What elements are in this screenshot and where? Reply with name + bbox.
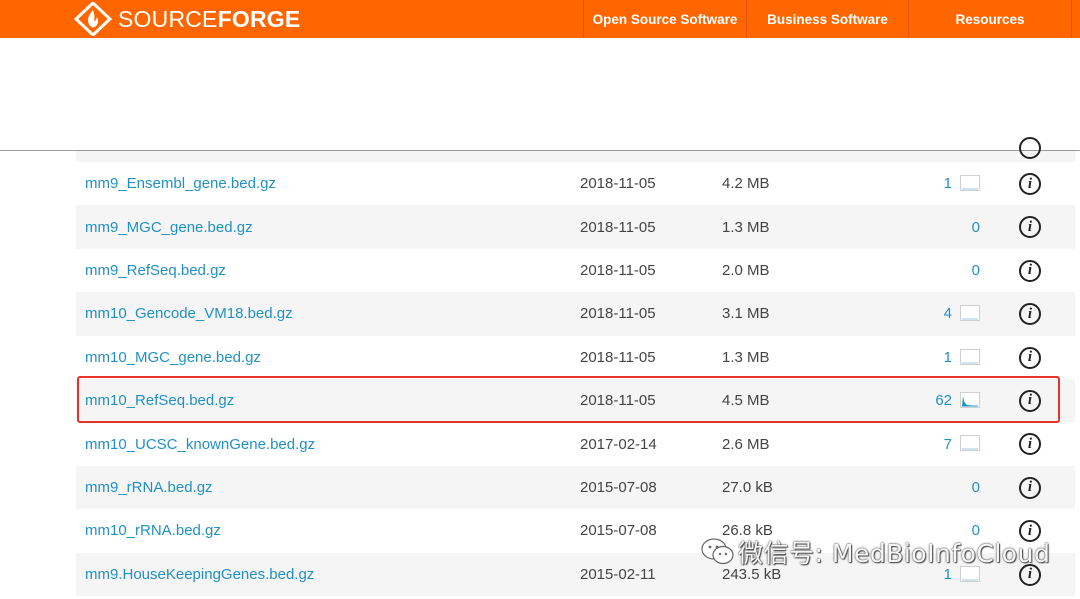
info-icon[interactable]: i bbox=[1019, 259, 1041, 282]
download-sparkline[interactable] bbox=[960, 175, 980, 191]
table-row: mm10_MGC_gene.bed.gz 2018-11-05 1.3 MB 1 i bbox=[76, 336, 1075, 379]
nav-open-source-software[interactable]: Open Source Software bbox=[583, 0, 746, 38]
nav-business-software[interactable]: Business Software bbox=[746, 0, 908, 38]
download-count[interactable]: 62 bbox=[935, 379, 952, 422]
download-count[interactable]: 1 bbox=[944, 336, 952, 379]
info-icon[interactable]: i bbox=[1019, 346, 1041, 369]
logo-wordmark-forge: FORGE bbox=[217, 5, 301, 32]
file-link[interactable]: mm9_Ensembl_gene.bed.gz bbox=[85, 162, 276, 205]
download-count[interactable]: 0 bbox=[972, 466, 980, 509]
table-row: mm9_Ensembl_gene.bed.gz 2018-11-05 4.2 MB 1… bbox=[76, 162, 1075, 205]
info-icon[interactable]: i bbox=[1019, 389, 1041, 412]
file-date: 2018-11-05 bbox=[580, 392, 656, 410]
sourceforge-diamond-icon bbox=[74, 2, 112, 36]
wechat-watermark: 微信号: MedBioInfoCloud bbox=[700, 532, 1050, 572]
download-count[interactable]: 1 bbox=[944, 162, 952, 205]
file-date: 2018-11-05 bbox=[580, 218, 656, 236]
file-list-table: mm9_Ensembl_gene.bed.gz 2018-11-05 4.2 MB 1… bbox=[76, 137, 1075, 596]
file-size: 4.2 MB bbox=[722, 175, 770, 193]
download-count[interactable]: 0 bbox=[972, 249, 980, 292]
file-size: 2.6 MB bbox=[722, 435, 770, 453]
download-sparkline[interactable] bbox=[960, 435, 980, 452]
file-date: 2017-02-14 bbox=[580, 435, 657, 453]
info-icon[interactable] bbox=[1019, 137, 1041, 159]
file-date: 2018-11-05 bbox=[580, 175, 656, 193]
file-size: 3.1 MB bbox=[722, 305, 770, 323]
file-link[interactable]: mm9_RefSeq.bed.gz bbox=[85, 249, 226, 292]
info-icon[interactable]: i bbox=[1019, 433, 1041, 456]
file-link[interactable]: mm9_rRNA.bed.gz bbox=[85, 466, 213, 509]
table-row: mm9_rRNA.bed.gz 2015-07-08 27.0 kB 0 i bbox=[76, 465, 1075, 510]
table-row: mm9_RefSeq.bed.gz 2018-11-05 2.0 MB 0 i bbox=[76, 249, 1075, 292]
file-date: 2018-11-05 bbox=[580, 348, 656, 366]
file-date: 2018-11-05 bbox=[580, 261, 656, 279]
table-row-partial bbox=[76, 137, 1075, 162]
file-link[interactable]: mm10_UCSC_knownGene.bed.gz bbox=[85, 422, 315, 465]
nav-divider bbox=[1071, 0, 1080, 38]
file-link[interactable]: mm10_Gencode_VM18.bed.gz bbox=[85, 292, 293, 335]
file-link[interactable]: mm9_MGC_gene.bed.gz bbox=[85, 205, 253, 248]
file-size: 4.5 MB bbox=[722, 392, 770, 410]
download-count[interactable]: 4 bbox=[944, 292, 952, 335]
table-row: mm10_UCSC_knownGene.bed.gz 2017-02-14 2.6 … bbox=[76, 422, 1075, 465]
top-navigation-bar: SOURCEFORGE Open Source Software Busines… bbox=[0, 0, 1080, 38]
logo-wordmark: SOURCEFORGE bbox=[118, 6, 300, 33]
file-size: 27.0 kB bbox=[722, 478, 773, 496]
download-count[interactable]: 0 bbox=[972, 205, 980, 248]
wechat-icon bbox=[701, 538, 734, 565]
file-link[interactable]: mm10_rRNA.bed.gz bbox=[85, 509, 221, 552]
file-date: 2015-07-08 bbox=[580, 522, 657, 540]
info-icon[interactable]: i bbox=[1019, 303, 1041, 326]
file-date: 2015-07-08 bbox=[580, 478, 657, 496]
table-row-highlighted: mm10_RefSeq.bed.gz 2018-11-05 4.5 MB 62 i bbox=[76, 378, 1075, 423]
file-date: 2018-11-05 bbox=[580, 305, 656, 323]
logo-wordmark-source: SOURCE bbox=[118, 5, 218, 32]
download-count[interactable]: 7 bbox=[944, 422, 952, 465]
table-row: mm9_MGC_gene.bed.gz 2018-11-05 1.3 MB 0 i bbox=[76, 205, 1075, 249]
file-date: 2015-02-11 bbox=[580, 565, 656, 583]
file-size: 1.3 MB bbox=[722, 218, 770, 236]
download-sparkline[interactable] bbox=[960, 348, 980, 365]
file-link[interactable]: mm10_MGC_gene.bed.gz bbox=[85, 336, 261, 379]
file-link[interactable]: mm9.HouseKeepingGenes.bed.gz bbox=[85, 553, 314, 596]
file-link[interactable]: mm10_RefSeq.bed.gz bbox=[85, 379, 234, 422]
sourceforge-logo[interactable]: SOURCEFORGE bbox=[74, 2, 300, 36]
download-sparkline[interactable] bbox=[960, 305, 980, 322]
info-icon[interactable]: i bbox=[1019, 216, 1041, 239]
download-sparkline[interactable] bbox=[960, 391, 980, 408]
nav-resources[interactable]: Resources bbox=[908, 0, 1071, 38]
info-icon[interactable]: i bbox=[1019, 173, 1041, 195]
info-icon[interactable]: i bbox=[1019, 476, 1041, 499]
watermark-text: 微信号: MedBioInfoCloud bbox=[738, 539, 1051, 568]
file-size: 1.3 MB bbox=[722, 348, 770, 366]
table-row: mm10_Gencode_VM18.bed.gz 2018-11-05 3.1 MB… bbox=[76, 292, 1075, 336]
file-size: 2.0 MB bbox=[722, 261, 770, 279]
